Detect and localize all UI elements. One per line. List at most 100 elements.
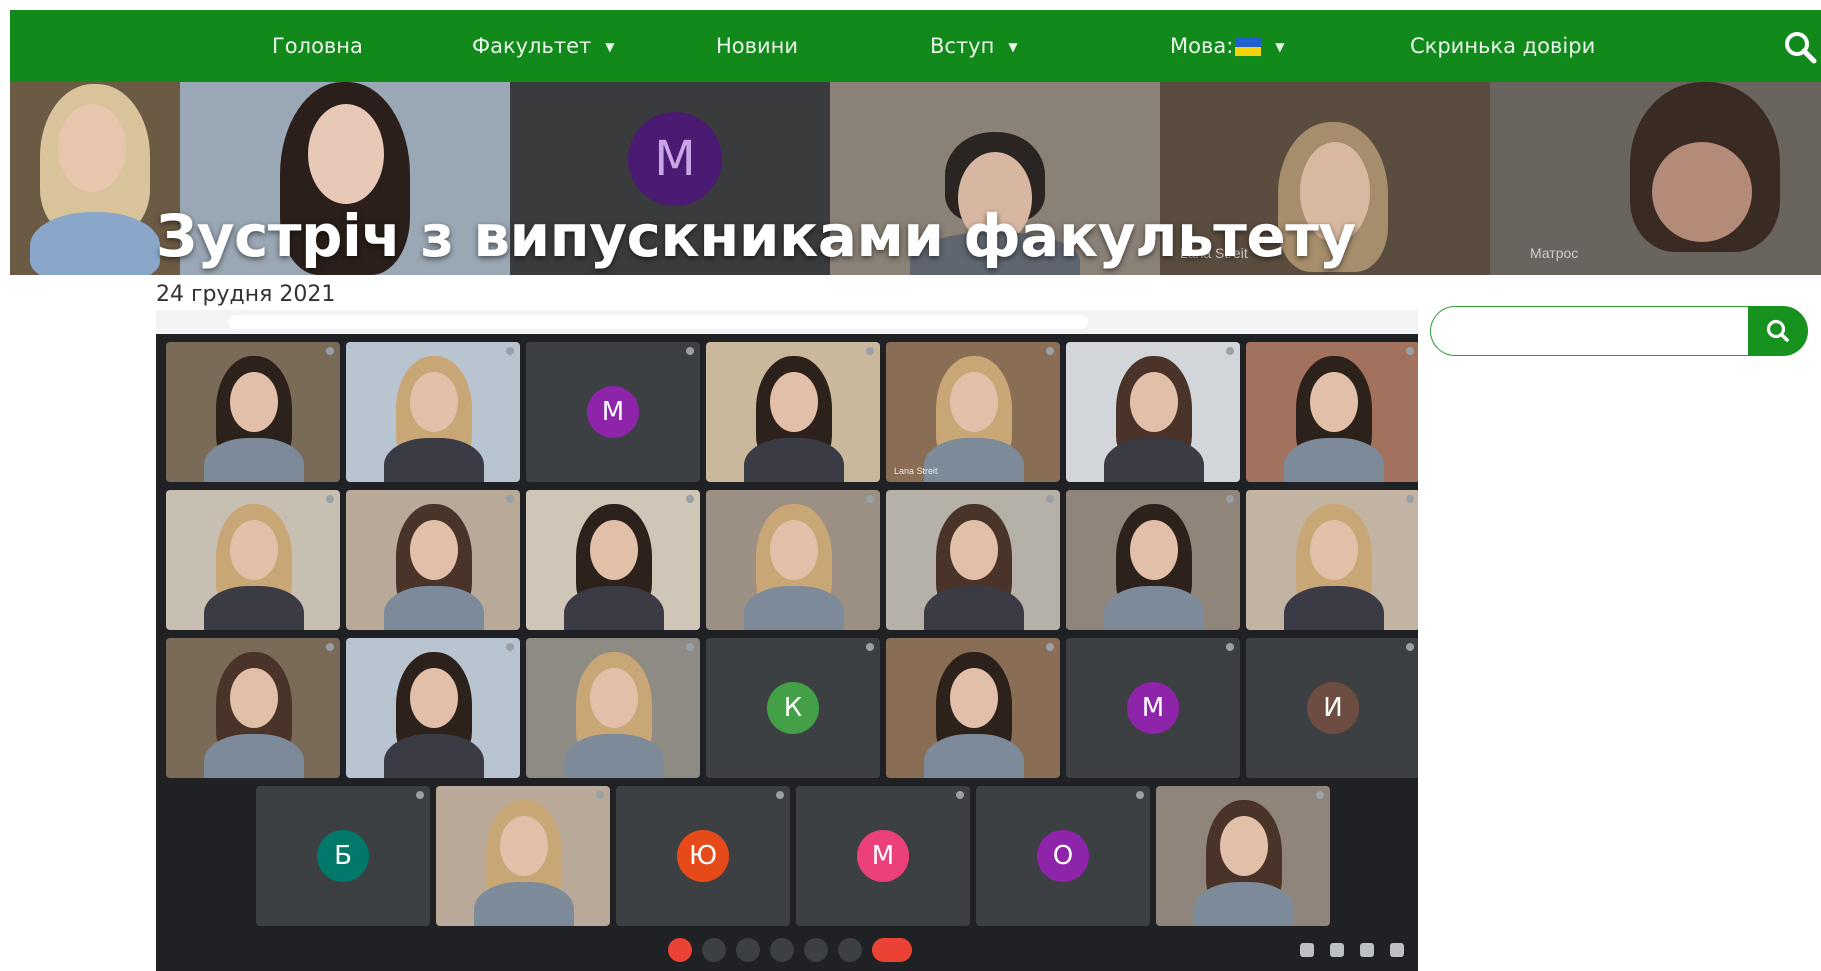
nav-news[interactable]: Новини bbox=[716, 10, 798, 82]
mic-off-icon bbox=[1226, 347, 1234, 355]
url-bar bbox=[228, 315, 1088, 329]
search-button[interactable] bbox=[1748, 306, 1808, 356]
page-title: Зустріч з випускниками факультету bbox=[156, 202, 1356, 270]
hero-banner: M Lana Streit Матрос Зустріч з випускник… bbox=[10, 82, 1821, 275]
activities-icon bbox=[1390, 943, 1404, 957]
participant-tile bbox=[346, 638, 520, 778]
participant-video bbox=[1284, 586, 1384, 630]
top-navigation: Головна Факультет ▼ Новини Вступ ▼ Мова: ▼ … bbox=[10, 10, 1821, 82]
participant-avatar: К bbox=[767, 682, 819, 734]
participant-video bbox=[590, 520, 638, 580]
chat-icon bbox=[1360, 943, 1374, 957]
nav-language[interactable]: Мова: ▼ bbox=[1170, 10, 1285, 82]
mic-off-icon bbox=[506, 643, 514, 651]
participant-tile: Lana Streit bbox=[886, 342, 1060, 482]
mic-off-icon bbox=[866, 347, 874, 355]
nav-faculty[interactable]: Факультет ▼ bbox=[472, 10, 614, 82]
more-options-icon bbox=[838, 938, 862, 962]
search-input[interactable] bbox=[1430, 306, 1750, 356]
nav-news-label: Новини bbox=[716, 34, 799, 58]
meeting-controls-bar bbox=[156, 927, 1418, 971]
participant-tile bbox=[1246, 342, 1418, 482]
banner-avatar: M bbox=[628, 112, 722, 206]
hand-icon bbox=[770, 938, 794, 962]
participant-video bbox=[744, 438, 844, 482]
mic-off-icon bbox=[686, 347, 694, 355]
participant-video bbox=[924, 586, 1024, 630]
participant-video bbox=[1284, 438, 1384, 482]
camera-icon bbox=[702, 938, 726, 962]
participant-video bbox=[204, 438, 304, 482]
nav-admission-label: Вступ bbox=[930, 34, 995, 58]
captions-icon bbox=[736, 938, 760, 962]
participant-video bbox=[1194, 882, 1294, 926]
participant-video bbox=[410, 668, 458, 728]
participant-video bbox=[1104, 586, 1204, 630]
participant-video bbox=[384, 586, 484, 630]
participant-tile bbox=[346, 490, 520, 630]
mic-off-icon bbox=[1316, 791, 1324, 799]
nav-trust-box-label: Скринька довіри bbox=[1410, 34, 1596, 58]
participant-video bbox=[1104, 438, 1204, 482]
participant-video bbox=[950, 668, 998, 728]
participant-video bbox=[500, 816, 548, 876]
participant-video bbox=[410, 372, 458, 432]
participant-video bbox=[384, 438, 484, 482]
banner-video-tile bbox=[10, 82, 180, 275]
mic-off-icon bbox=[866, 643, 874, 651]
mic-off-icon bbox=[956, 791, 964, 799]
participant-tile: M bbox=[526, 342, 700, 482]
participant-tile: Ю bbox=[616, 786, 790, 926]
participant-video bbox=[1310, 520, 1358, 580]
mic-icon bbox=[668, 938, 692, 962]
mic-off-icon bbox=[1406, 643, 1414, 651]
participant-video bbox=[770, 520, 818, 580]
search-icon[interactable] bbox=[1783, 30, 1817, 64]
mic-off-icon bbox=[1046, 643, 1054, 651]
caret-down-icon: ▼ bbox=[1008, 40, 1018, 54]
participant-video bbox=[230, 520, 278, 580]
participant-tile bbox=[1066, 490, 1240, 630]
participant-tile: О bbox=[976, 786, 1150, 926]
mic-off-icon bbox=[686, 495, 694, 503]
mic-off-icon bbox=[506, 347, 514, 355]
participant-video bbox=[564, 734, 664, 778]
participant-video bbox=[230, 372, 278, 432]
post-date: 24 грудня 2021 bbox=[156, 282, 336, 307]
participant-avatar: Ю bbox=[677, 830, 729, 882]
participant-avatar: М bbox=[857, 830, 909, 882]
participant-tile bbox=[166, 490, 340, 630]
mic-off-icon bbox=[1046, 347, 1054, 355]
mic-off-icon bbox=[776, 791, 784, 799]
participant-tile: И bbox=[1246, 638, 1418, 778]
participant-avatar: М bbox=[1127, 682, 1179, 734]
search-icon bbox=[1766, 319, 1789, 342]
nav-home[interactable]: Головна bbox=[272, 10, 363, 82]
nav-faculty-label: Факультет bbox=[472, 34, 592, 58]
participant-tile bbox=[706, 342, 880, 482]
participant-video bbox=[1130, 520, 1178, 580]
participant-video bbox=[744, 586, 844, 630]
nav-trust-box[interactable]: Скринька довіри bbox=[1410, 10, 1595, 82]
present-icon bbox=[804, 938, 828, 962]
mic-off-icon bbox=[686, 643, 694, 651]
mic-off-icon bbox=[326, 495, 334, 503]
participant-tile bbox=[1156, 786, 1330, 926]
people-icon bbox=[1330, 943, 1344, 957]
participant-video bbox=[924, 734, 1024, 778]
sidebar-search bbox=[1430, 306, 1808, 358]
banner-video-tile: Матрос bbox=[1490, 82, 1821, 275]
participant-tile bbox=[346, 342, 520, 482]
participant-video bbox=[770, 372, 818, 432]
participant-tile bbox=[166, 638, 340, 778]
mic-off-icon bbox=[1226, 495, 1234, 503]
participant-tile bbox=[886, 638, 1060, 778]
participant-video bbox=[950, 520, 998, 580]
participant-video bbox=[1130, 372, 1178, 432]
participant-video bbox=[950, 372, 998, 432]
mic-off-icon bbox=[596, 791, 604, 799]
nav-admission[interactable]: Вступ ▼ bbox=[930, 10, 1018, 82]
nav-language-label: Мова: bbox=[1170, 34, 1234, 58]
caret-down-icon: ▼ bbox=[1275, 40, 1285, 54]
participant-name: Lana Streit bbox=[894, 466, 938, 476]
